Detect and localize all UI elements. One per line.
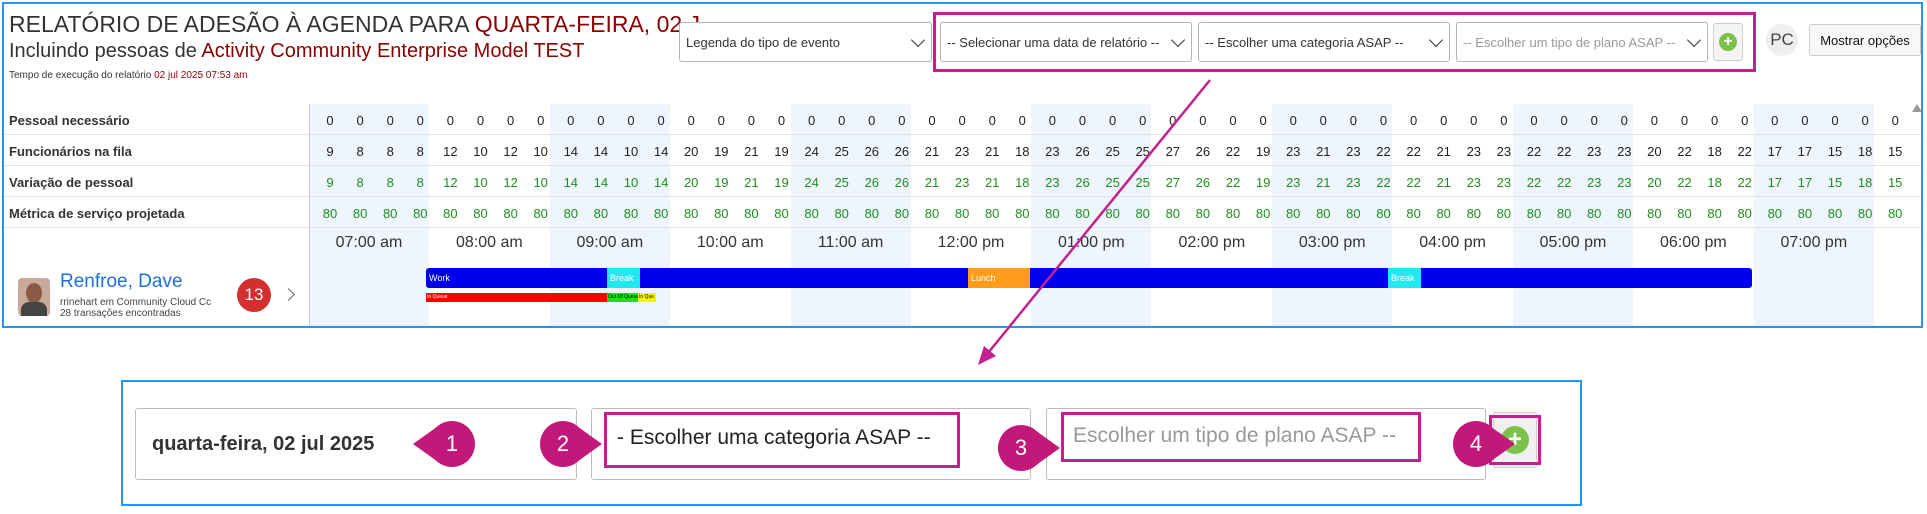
zoom-date-value: quarta-feira, 02 jul 2025 [152,432,375,455]
callout-2-number: 2 [540,421,586,467]
callout-2: 2 [540,421,602,467]
callout-4-number: 4 [1453,421,1499,467]
zoom-category-value: - Escolher uma categoria ASAP -- [617,426,931,449]
callout-4: 4 [1453,421,1515,467]
zoom-plan-type-value: Escolher um tipo de plano ASAP -- [1073,424,1396,447]
arrow-head [978,346,996,365]
callout-3-number: 3 [998,425,1044,471]
arrow-line [987,79,1211,354]
callout-1-number: 1 [429,421,475,467]
zoom-panel: quarta-feira, 02 jul 2025 - Escolher uma… [121,380,1582,506]
callout-1: 1 [413,421,475,467]
zoom-date-field[interactable]: quarta-feira, 02 jul 2025 [135,408,577,480]
callout-3: 3 [998,425,1060,471]
